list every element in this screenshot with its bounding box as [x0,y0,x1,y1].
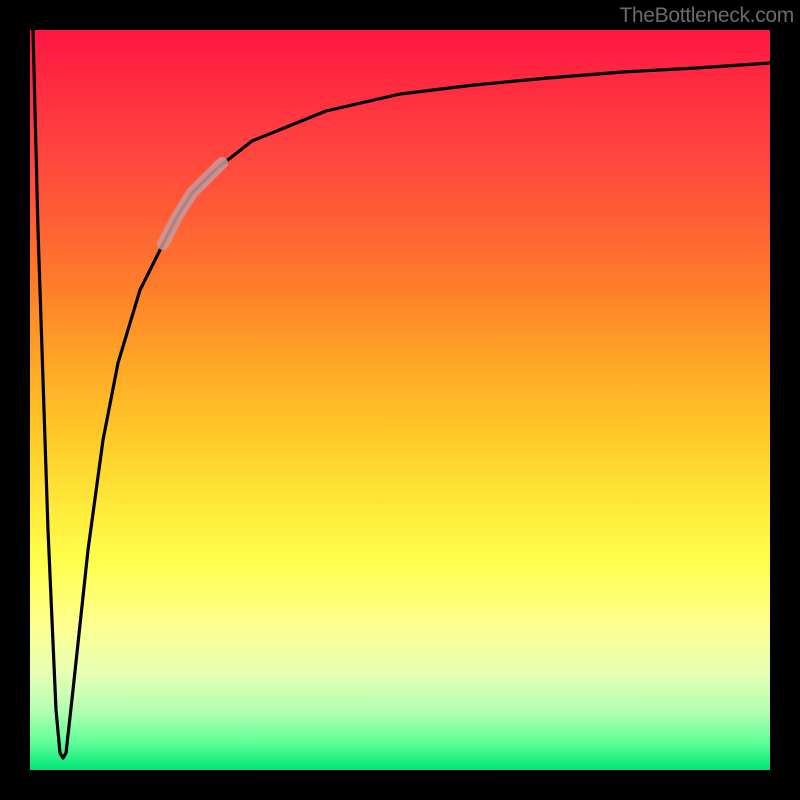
attribution-label: TheBottleneck.com [619,4,794,28]
axis-left [0,0,30,800]
highlight-segment [163,163,222,244]
axis-bottom [0,770,800,800]
bottleneck-curve [33,30,770,758]
axis-right [770,0,800,800]
curve-layer [30,30,770,770]
chart-container: TheBottleneck.com [0,0,800,800]
